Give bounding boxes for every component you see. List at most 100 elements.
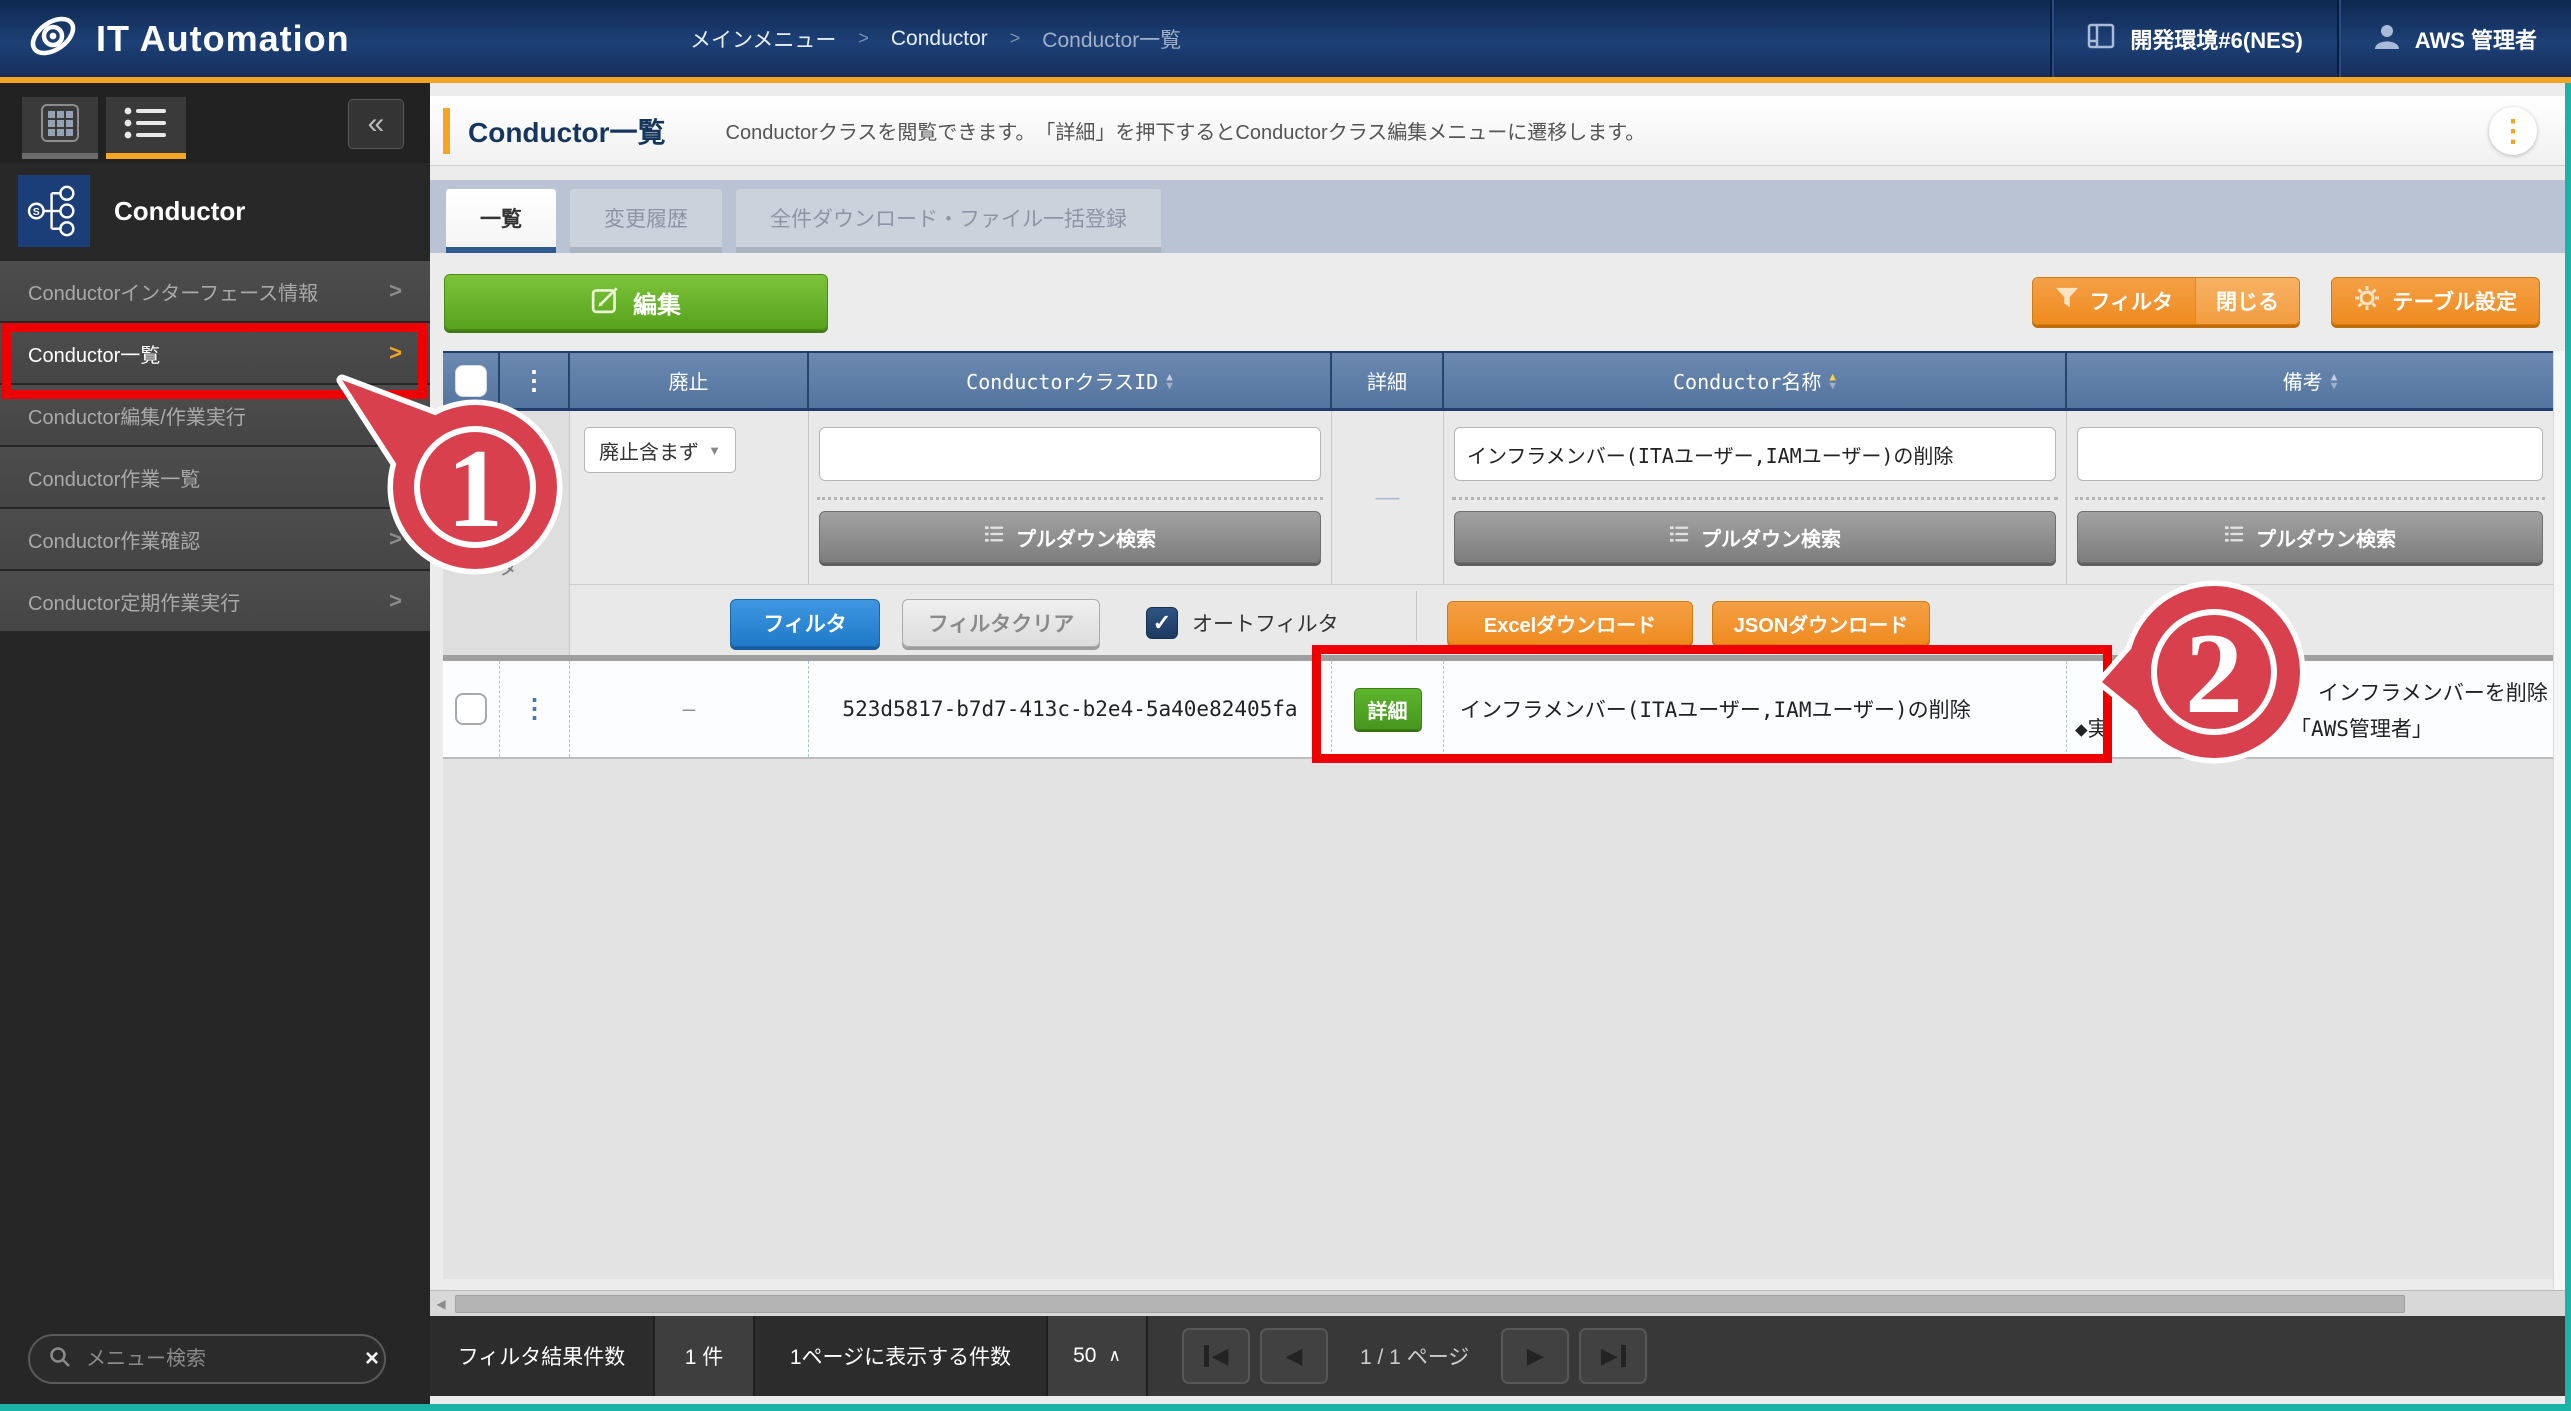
user-icon <box>2373 22 2401 56</box>
sidebar-item-conductor-list[interactable]: Conductor一覧 > <box>0 323 430 383</box>
page-size-control[interactable]: 50 ∧ <box>1048 1316 1148 1396</box>
json-download-button[interactable]: JSONダウンロード <box>1712 601 1930 645</box>
row-menu-cell[interactable]: ⋮ <box>500 661 570 757</box>
user-label: AWS 管理者 <box>2415 23 2537 55</box>
table-settings-label: テーブル設定 <box>2392 286 2517 316</box>
pulldown-search-label: プルダウン検索 <box>2256 523 2396 552</box>
column-label: 廃止 <box>669 366 709 395</box>
column-label: 備考 <box>2283 366 2323 395</box>
pagination: ◀ ◀ 1 / 1 ページ ▶ ▶ <box>1182 1316 1647 1396</box>
class-id-filter-input[interactable] <box>819 427 1321 481</box>
json-download-label: JSONダウンロード <box>1734 609 1908 638</box>
sidebar-item-conductor-edit-execute[interactable]: Conductor編集/作業実行 <box>0 385 430 445</box>
column-label: 詳細 <box>1367 366 1407 395</box>
sidebar-item-label: Conductor定期作業実行 <box>28 587 240 616</box>
filter-toggle-button[interactable]: フィルタ <box>2033 278 2195 324</box>
filter-close-button[interactable]: 閉じる <box>2195 278 2299 324</box>
sidebar-item-conductor-periodic-execute[interactable]: Conductor定期作業実行 > <box>0 571 430 631</box>
column-header-class-id[interactable]: ConductorクラスID ▲ ▼ <box>809 353 1332 408</box>
content-tabs: 一覧 変更履歴 全件ダウンロード・ファイル一括登録 <box>430 180 2565 253</box>
remark-filter-input[interactable] <box>2077 427 2543 481</box>
table-row: ⋮ — 523d5817-b7d7-413c-b2e4-5a40e82405fa… <box>443 661 2553 759</box>
remark-pulldown-search-button[interactable]: プルダウン検索 <box>2077 511 2543 563</box>
row-menu-header[interactable]: ⋮ <box>500 353 570 408</box>
last-page-button[interactable]: ▶ <box>1579 1328 1647 1384</box>
discard-filter-select[interactable]: 廃止含まず ▼ <box>584 427 736 473</box>
sidebar: « S Conductor Conductorインターフェース情報 > <box>0 83 430 1404</box>
column-header-discard[interactable]: 廃止 <box>570 353 809 408</box>
class-id-pulldown-search-button[interactable]: プルダウン検索 <box>819 511 1321 563</box>
row-discard-cell: — <box>570 661 809 757</box>
first-page-button[interactable]: ◀ <box>1182 1328 1250 1384</box>
kebab-icon: ⋮ <box>521 366 547 396</box>
column-header-name[interactable]: Conductor名称 ▲ ▼ <box>1444 353 2067 408</box>
filter-vertical-label: フィルタ <box>492 485 521 581</box>
title-accent-bar <box>443 108 450 154</box>
edit-button-label: 編集 <box>633 285 681 320</box>
sidebar-tab-grid[interactable] <box>22 97 98 159</box>
clear-search-icon[interactable]: × <box>365 1345 379 1373</box>
menu-search-input[interactable] <box>84 1347 353 1372</box>
sidebar-tab-list[interactable] <box>106 97 186 159</box>
column-header-remark[interactable]: 備考 ▲ ▼ <box>2067 353 2553 408</box>
chevron-right-icon: > <box>389 340 402 366</box>
sidebar-item-label: Conductor作業確認 <box>28 525 200 554</box>
chevron-down-icon: ▼ <box>708 443 721 458</box>
sidebar-collapse-button[interactable]: « <box>348 99 404 149</box>
excel-download-button[interactable]: Excelダウンロード <box>1447 601 1693 645</box>
list-icon <box>984 525 1004 549</box>
sort-down-icon: ▼ <box>2331 381 2338 390</box>
page-menu-button[interactable]: ⋮ <box>2489 107 2537 155</box>
sidebar-item-conductor-work-confirm[interactable]: Conductor作業確認 > <box>0 509 430 569</box>
filter-apply-label: フィルタ <box>763 608 847 638</box>
page-title-bar: Conductor一覧 Conductorクラスを閲覧できます。 「詳細」を押下… <box>430 96 2565 166</box>
next-page-button[interactable]: ▶ <box>1501 1328 1569 1384</box>
kebab-icon: ⋮ <box>2498 114 2528 149</box>
filter-divider <box>2075 497 2545 500</box>
row-detail-cell: 詳細 <box>1332 661 1444 757</box>
filter-divider <box>1452 497 2058 500</box>
collapse-icon: « <box>368 107 385 141</box>
table-settings-button[interactable]: テーブル設定 <box>2331 277 2540 325</box>
horizontal-scrollbar[interactable]: ◀ <box>430 1290 2565 1316</box>
filter-clear-button[interactable]: フィルタクリア <box>902 599 1100 647</box>
user-menu[interactable]: AWS 管理者 <box>2337 0 2571 77</box>
filter-dash: — <box>1376 484 1400 512</box>
name-pulldown-search-button[interactable]: プルダウン検索 <box>1454 511 2056 563</box>
breadcrumb-main-menu[interactable]: メインメニュー <box>690 24 836 54</box>
sidebar-item-label: Conductor作業一覧 <box>28 463 200 492</box>
scroll-left-icon[interactable]: ◀ <box>430 1297 452 1311</box>
horizontal-scrollbar-thumb[interactable] <box>455 1295 2405 1313</box>
discard-select-value: 廃止含まず <box>599 436 699 465</box>
sidebar-item-conductor-work-list[interactable]: Conductor作業一覧 <box>0 447 430 507</box>
auto-filter-checkbox[interactable]: ✓ <box>1146 607 1178 639</box>
prev-icon: ◀ <box>1212 1343 1229 1369</box>
row-checkbox[interactable] <box>455 693 487 725</box>
sidebar-item-conductor-interface-info[interactable]: Conductorインターフェース情報 > <box>0 261 430 321</box>
tab-list[interactable]: 一覧 <box>446 189 556 253</box>
app-logo: IT Automation <box>0 9 430 68</box>
name-filter-input[interactable] <box>1454 427 2056 481</box>
app-window: IT Automation メインメニュー > Conductor > Cond… <box>0 0 2571 1411</box>
remark-line-2-end: 「AWS管理者」 <box>2290 713 2433 743</box>
conductor-name-value: インフラメンバー(ITAユーザー,IAMユーザー)の削除 <box>1460 694 1971 724</box>
sort-icons: ▲ ▼ <box>1166 372 1173 390</box>
tab-bulk-download-register[interactable]: 全件ダウンロード・ファイル一括登録 <box>736 189 1161 253</box>
remark-line-2-start: ◆実 <box>2075 713 2109 743</box>
filter-divider <box>817 497 1323 500</box>
sidebar-section-header: S Conductor <box>0 163 430 259</box>
environment-menu[interactable]: 開発環境#6(NES) <box>2050 0 2336 77</box>
detail-button[interactable]: 詳細 <box>1354 688 1422 730</box>
vertical-scrollbar-track[interactable] <box>2553 351 2565 1373</box>
breadcrumb-conductor[interactable]: Conductor <box>891 27 988 51</box>
edit-button[interactable]: 編集 <box>444 274 828 330</box>
sidebar-item-label: Conductor編集/作業実行 <box>28 401 246 430</box>
filter-apply-button[interactable]: フィルタ <box>730 599 880 647</box>
tab-change-history[interactable]: 変更履歴 <box>570 189 722 253</box>
class-id-value: 523d5817-b7d7-413c-b2e4-5a40e82405fa <box>842 697 1297 721</box>
list-icon <box>1669 525 1689 549</box>
select-all-checkbox[interactable] <box>455 365 487 397</box>
kebab-icon: ⋮ <box>522 694 548 724</box>
table-header-row: ⋮ 廃止 ConductorクラスID ▲ ▼ 詳細 Conductor名称 <box>443 351 2553 411</box>
prev-page-button[interactable]: ◀ <box>1260 1328 1328 1384</box>
